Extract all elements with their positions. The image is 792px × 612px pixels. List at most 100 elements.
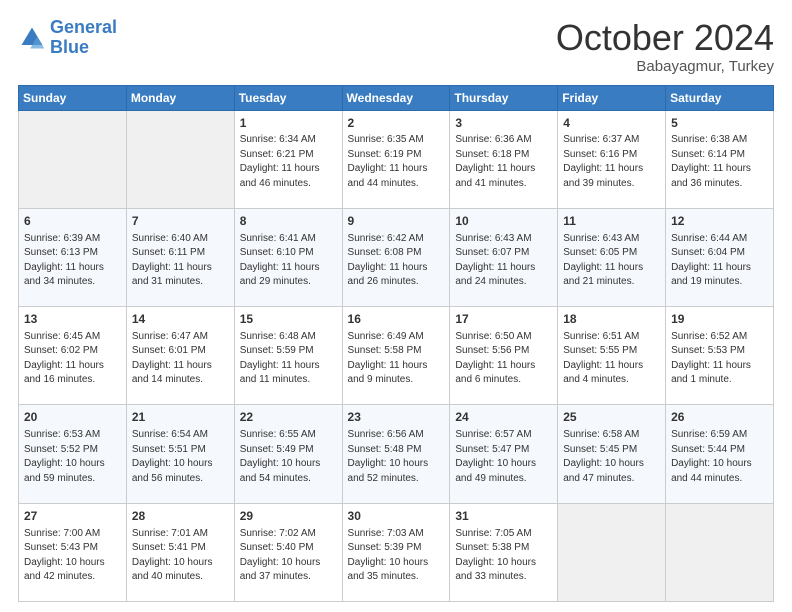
cell-content: Sunrise: 6:42 AMSunset: 6:08 PMDaylight:… — [348, 232, 445, 290]
table-row — [558, 503, 666, 601]
day-number: 30 — [348, 508, 445, 525]
month-title: October 2024 — [556, 18, 774, 58]
day-number: 5 — [671, 115, 768, 132]
col-thursday: Thursday — [450, 85, 558, 110]
day-number: 21 — [132, 409, 229, 426]
col-monday: Monday — [126, 85, 234, 110]
cell-content: Sunrise: 6:43 AMSunset: 6:05 PMDaylight:… — [563, 232, 660, 290]
table-row: 14 Sunrise: 6:47 AMSunset: 6:01 PMDayligh… — [126, 307, 234, 405]
table-row: 22Sunrise: 6:55 AMSunset: 5:49 PMDayligh… — [234, 405, 342, 503]
table-row: 4Sunrise: 6:37 AMSunset: 6:16 PMDaylight… — [558, 110, 666, 208]
table-row: 16 Sunrise: 6:49 AMSunset: 5:58 PMDayligh… — [342, 307, 450, 405]
day-number: 29 — [240, 508, 337, 525]
col-wednesday: Wednesday — [342, 85, 450, 110]
table-row: 26 Sunrise: 6:59 AMSunset: 5:44 PMDayligh… — [666, 405, 774, 503]
table-row: 27 Sunrise: 7:00 AMSunset: 5:43 PMDayligh… — [19, 503, 127, 601]
cell-content: Sunrise: 6:55 AMSunset: 5:49 PMDaylight:… — [240, 428, 337, 486]
logo-text: General Blue — [50, 18, 117, 58]
cell-content: Sunrise: 6:50 AMSunset: 5:56 PMDaylight:… — [455, 330, 552, 388]
cell-content: Sunrise: 6:36 AMSunset: 6:18 PMDaylight:… — [455, 133, 552, 191]
day-number: 14 — [132, 311, 229, 328]
cell-content: Sunrise: 6:47 AMSunset: 6:01 PMDaylight:… — [132, 330, 229, 388]
table-row: 2Sunrise: 6:35 AMSunset: 6:19 PMDaylight… — [342, 110, 450, 208]
table-row: 30Sunrise: 7:03 AMSunset: 5:39 PMDayligh… — [342, 503, 450, 601]
cell-content: Sunrise: 6:48 AMSunset: 5:59 PMDaylight:… — [240, 330, 337, 388]
day-number: 23 — [348, 409, 445, 426]
cell-content: Sunrise: 6:58 AMSunset: 5:45 PMDaylight:… — [563, 428, 660, 486]
logo-line2: Blue — [50, 37, 89, 57]
cell-content: Sunrise: 7:01 AMSunset: 5:41 PMDaylight:… — [132, 527, 229, 585]
day-number: 20 — [24, 409, 121, 426]
day-number: 17 — [455, 311, 552, 328]
cell-content: Sunrise: 6:54 AMSunset: 5:51 PMDaylight:… — [132, 428, 229, 486]
page: General Blue October 2024 Babayagmur, Tu… — [0, 0, 792, 612]
cell-content: Sunrise: 6:59 AMSunset: 5:44 PMDaylight:… — [671, 428, 768, 486]
table-row: 13 Sunrise: 6:45 AMSunset: 6:02 PMDayligh… — [19, 307, 127, 405]
table-row: 8 Sunrise: 6:41 AMSunset: 6:10 PMDaylight… — [234, 208, 342, 306]
table-row: 18 Sunrise: 6:51 AMSunset: 5:55 PMDayligh… — [558, 307, 666, 405]
table-row: 3Sunrise: 6:36 AMSunset: 6:18 PMDaylight… — [450, 110, 558, 208]
calendar-table: Sunday Monday Tuesday Wednesday Thursday… — [18, 85, 774, 602]
day-number: 12 — [671, 213, 768, 230]
col-saturday: Saturday — [666, 85, 774, 110]
cell-content: Sunrise: 6:41 AMSunset: 6:10 PMDaylight:… — [240, 232, 337, 290]
col-tuesday: Tuesday — [234, 85, 342, 110]
table-row: 23 Sunrise: 6:56 AMSunset: 5:48 PMDayligh… — [342, 405, 450, 503]
day-number: 3 — [455, 115, 552, 132]
cell-content: Sunrise: 6:44 AMSunset: 6:04 PMDaylight:… — [671, 232, 768, 290]
day-number: 13 — [24, 311, 121, 328]
day-number: 7 — [132, 213, 229, 230]
day-number: 25 — [563, 409, 660, 426]
cell-content: Sunrise: 6:38 AMSunset: 6:14 PMDaylight:… — [671, 133, 768, 191]
day-number: 24 — [455, 409, 552, 426]
table-row: 29 Sunrise: 7:02 AMSunset: 5:40 PMDayligh… — [234, 503, 342, 601]
calendar-week-row: 20 Sunrise: 6:53 AMSunset: 5:52 PMDayligh… — [19, 405, 774, 503]
table-row — [126, 110, 234, 208]
day-number: 27 — [24, 508, 121, 525]
cell-content: Sunrise: 6:52 AMSunset: 5:53 PMDaylight:… — [671, 330, 768, 388]
table-row: 20 Sunrise: 6:53 AMSunset: 5:52 PMDayligh… — [19, 405, 127, 503]
col-sunday: Sunday — [19, 85, 127, 110]
day-number: 2 — [348, 115, 445, 132]
table-row: 31Sunrise: 7:05 AMSunset: 5:38 PMDayligh… — [450, 503, 558, 601]
cell-content: Sunrise: 6:34 AMSunset: 6:21 PMDaylight:… — [240, 133, 337, 191]
header: General Blue October 2024 Babayagmur, Tu… — [18, 18, 774, 75]
day-number: 4 — [563, 115, 660, 132]
cell-content: Sunrise: 6:56 AMSunset: 5:48 PMDaylight:… — [348, 428, 445, 486]
table-row: 11 Sunrise: 6:43 AMSunset: 6:05 PMDayligh… — [558, 208, 666, 306]
cell-content: Sunrise: 6:45 AMSunset: 6:02 PMDaylight:… — [24, 330, 121, 388]
day-number: 26 — [671, 409, 768, 426]
calendar-week-row: 27 Sunrise: 7:00 AMSunset: 5:43 PMDayligh… — [19, 503, 774, 601]
table-row: 9 Sunrise: 6:42 AMSunset: 6:08 PMDaylight… — [342, 208, 450, 306]
table-row: 24 Sunrise: 6:57 AMSunset: 5:47 PMDayligh… — [450, 405, 558, 503]
day-number: 16 — [348, 311, 445, 328]
day-number: 1 — [240, 115, 337, 132]
cell-content: Sunrise: 7:00 AMSunset: 5:43 PMDaylight:… — [24, 527, 121, 585]
cell-content: Sunrise: 6:51 AMSunset: 5:55 PMDaylight:… — [563, 330, 660, 388]
day-number: 11 — [563, 213, 660, 230]
day-number: 18 — [563, 311, 660, 328]
table-row: 19 Sunrise: 6:52 AMSunset: 5:53 PMDayligh… — [666, 307, 774, 405]
cell-content: Sunrise: 6:57 AMSunset: 5:47 PMDaylight:… — [455, 428, 552, 486]
table-row: 1Sunrise: 6:34 AMSunset: 6:21 PMDaylight… — [234, 110, 342, 208]
cell-content: Sunrise: 7:02 AMSunset: 5:40 PMDaylight:… — [240, 527, 337, 585]
day-number: 10 — [455, 213, 552, 230]
cell-content: Sunrise: 6:39 AMSunset: 6:13 PMDaylight:… — [24, 232, 121, 290]
cell-content: Sunrise: 6:43 AMSunset: 6:07 PMDaylight:… — [455, 232, 552, 290]
day-number: 19 — [671, 311, 768, 328]
calendar-week-row: 6Sunrise: 6:39 AMSunset: 6:13 PMDaylight… — [19, 208, 774, 306]
table-row — [666, 503, 774, 601]
day-number: 8 — [240, 213, 337, 230]
table-row: 25 Sunrise: 6:58 AMSunset: 5:45 PMDayligh… — [558, 405, 666, 503]
table-row: 28Sunrise: 7:01 AMSunset: 5:41 PMDayligh… — [126, 503, 234, 601]
table-row: 7Sunrise: 6:40 AMSunset: 6:11 PMDaylight… — [126, 208, 234, 306]
day-number: 9 — [348, 213, 445, 230]
table-row: 15Sunrise: 6:48 AMSunset: 5:59 PMDayligh… — [234, 307, 342, 405]
logo-line1: General — [50, 17, 117, 37]
cell-content: Sunrise: 6:53 AMSunset: 5:52 PMDaylight:… — [24, 428, 121, 486]
cell-content: Sunrise: 7:05 AMSunset: 5:38 PMDaylight:… — [455, 527, 552, 585]
title-block: October 2024 Babayagmur, Turkey — [556, 18, 774, 75]
calendar-week-row: 1Sunrise: 6:34 AMSunset: 6:21 PMDaylight… — [19, 110, 774, 208]
cell-content: Sunrise: 6:49 AMSunset: 5:58 PMDaylight:… — [348, 330, 445, 388]
table-row: 21 Sunrise: 6:54 AMSunset: 5:51 PMDayligh… — [126, 405, 234, 503]
